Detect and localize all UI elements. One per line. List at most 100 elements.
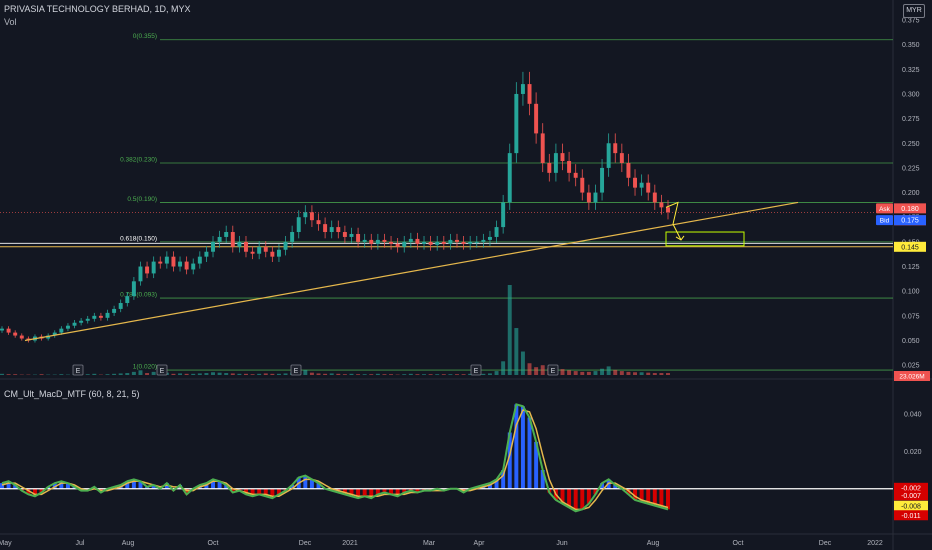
price-tick-label: 0.300 xyxy=(902,91,920,98)
time-tick-label: Jul xyxy=(76,540,85,547)
candle xyxy=(303,205,308,225)
candle-body xyxy=(474,241,479,243)
candle xyxy=(646,174,651,201)
volume-bar xyxy=(309,372,314,375)
price-chart[interactable]: 0.375 0.350 0.325 0.300 0.275 0.250 0.225 0.200… xyxy=(0,0,932,550)
candle-body xyxy=(435,241,440,245)
volume-bar xyxy=(494,371,499,375)
candle xyxy=(244,235,248,258)
volume-bar xyxy=(138,370,143,375)
candle-body xyxy=(65,325,70,329)
volume-bar xyxy=(276,373,281,375)
volume-bar xyxy=(105,374,110,375)
volume-bar xyxy=(349,373,354,375)
volume-bar xyxy=(323,373,328,375)
candle-body xyxy=(560,153,565,162)
candle-body xyxy=(613,143,618,154)
candle-body xyxy=(0,328,4,331)
volume-bar xyxy=(481,373,486,375)
candle xyxy=(507,143,512,210)
candle xyxy=(408,232,413,248)
candle-body xyxy=(303,212,308,218)
candle xyxy=(112,305,117,316)
candle xyxy=(362,233,367,248)
candle xyxy=(382,233,387,248)
candle-body xyxy=(329,227,334,233)
volume-bar xyxy=(244,373,248,375)
candle xyxy=(441,235,446,250)
currency-badge[interactable]: MYR xyxy=(903,4,925,18)
candle-body xyxy=(237,241,242,247)
price-tick-label: 0.125 xyxy=(902,264,920,271)
candle xyxy=(619,143,624,173)
volume-bar xyxy=(237,373,242,375)
candle-body xyxy=(197,256,202,264)
candle-body xyxy=(204,251,209,257)
volume-bar xyxy=(336,373,341,375)
candle-body xyxy=(105,312,110,318)
volume-tag-value: 23.026M xyxy=(899,374,924,381)
candle-body xyxy=(171,256,176,267)
candle-body xyxy=(244,241,248,252)
volume-bar xyxy=(171,373,176,375)
volume-bar xyxy=(534,367,539,375)
volume-bar xyxy=(455,374,459,375)
macd-histogram-bar xyxy=(514,404,519,489)
candle xyxy=(468,235,473,250)
candle-body xyxy=(534,103,539,134)
candle-body xyxy=(230,232,235,247)
time-tick-label: Dec xyxy=(819,540,832,547)
candle xyxy=(501,194,506,234)
volume-bar xyxy=(250,374,255,375)
volume-bar xyxy=(230,373,235,375)
candle-body xyxy=(316,220,321,225)
candle xyxy=(593,184,598,210)
candle xyxy=(197,251,202,269)
volume-bar xyxy=(382,374,387,375)
candle xyxy=(494,220,499,244)
macd-histogram-bar xyxy=(520,406,525,489)
candle-body xyxy=(593,192,598,203)
macd-tick-label: 0.040 xyxy=(904,411,922,418)
price-tick-label: 0.350 xyxy=(902,42,920,49)
candle-body xyxy=(164,256,169,264)
volume-bar xyxy=(283,373,288,375)
volume-bar xyxy=(520,351,525,375)
candle-body xyxy=(501,202,506,228)
volume-bar xyxy=(316,373,321,375)
candle xyxy=(527,71,532,116)
candle xyxy=(573,164,578,187)
candle xyxy=(85,315,90,324)
volume-bar xyxy=(0,373,4,375)
candle-body xyxy=(211,241,215,252)
candle xyxy=(323,217,328,239)
candle xyxy=(204,246,209,262)
earnings-marker-label: E xyxy=(160,368,165,375)
volume-bar xyxy=(197,373,202,375)
volume-bar xyxy=(639,372,644,375)
candle-body xyxy=(118,303,123,309)
macd-indicator-title[interactable]: CM_Ult_MacD_MTF (60, 8, 21, 5) xyxy=(4,389,140,399)
candle-body xyxy=(659,202,664,208)
symbol-title[interactable]: PRIVASIA TECHNOLOGY BERHAD, 1D, MYX xyxy=(4,4,191,14)
volume-bar xyxy=(633,372,638,375)
candle xyxy=(369,233,374,250)
price-tag-side-label: Bid xyxy=(880,218,890,225)
candle-body xyxy=(112,308,117,313)
volume-bar xyxy=(415,374,420,375)
candle-body xyxy=(606,143,611,168)
volume-label[interactable]: Vol xyxy=(4,17,191,27)
candle-body xyxy=(369,239,374,244)
volume-bar xyxy=(646,372,651,375)
volume-bar xyxy=(389,374,394,375)
candle xyxy=(158,256,163,269)
candle-body xyxy=(98,315,103,318)
volume-bar xyxy=(145,373,150,375)
candle-body xyxy=(290,232,295,242)
volume-bar xyxy=(402,374,407,375)
time-tick-label: Apr xyxy=(474,540,486,547)
candle-body xyxy=(309,212,314,221)
time-tick-label: May xyxy=(0,540,12,547)
candle xyxy=(349,227,354,244)
candle-body xyxy=(580,177,585,193)
